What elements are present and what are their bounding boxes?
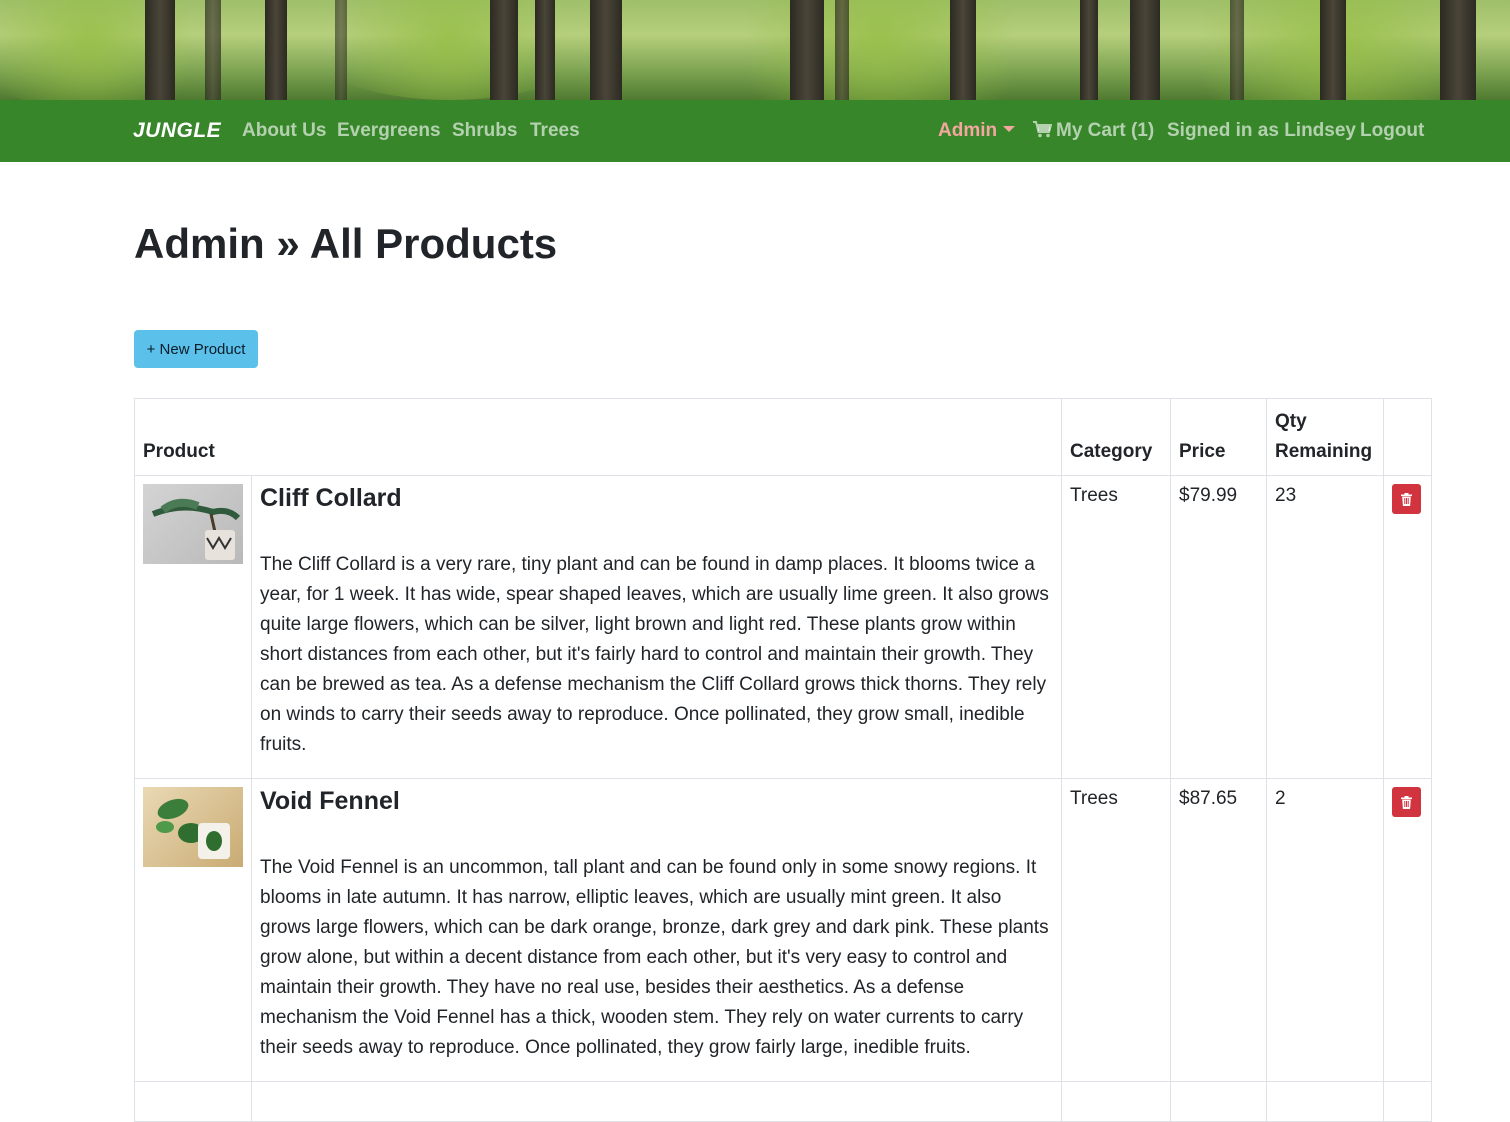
table-row: Cliff Collard The Cliff Collard is a ver… <box>134 475 1432 779</box>
delete-product-button[interactable] <box>1392 787 1421 817</box>
admin-label: Admin <box>938 120 998 141</box>
forest-banner <box>0 0 1510 100</box>
table-header-row: Product Category Price Qty Remaining <box>134 398 1432 476</box>
product-description: The Cliff Collard is a very rare, tiny p… <box>260 554 1049 755</box>
caret-down-icon <box>1003 126 1016 132</box>
product-price: $79.99 <box>1179 485 1238 506</box>
products-table: Product Category Price Qty Remaining Cli… <box>134 398 1432 1122</box>
product-qty: 2 <box>1275 788 1286 809</box>
page-title: Admin » All Products <box>134 220 558 267</box>
brand-logo[interactable]: JUNGLE <box>133 119 221 143</box>
table-row: Void Fennel The Void Fennel is an uncomm… <box>134 778 1432 1082</box>
main-navbar: JUNGLE About Us Evergreens Shrubs Trees … <box>0 100 1510 162</box>
product-image-cell <box>134 1081 252 1122</box>
nav-evergreens[interactable]: Evergreens <box>337 120 441 142</box>
header-category: Category <box>1061 398 1171 476</box>
nav-trees[interactable]: Trees <box>530 120 580 142</box>
header-product: Product <box>134 398 1062 476</box>
admin-dropdown[interactable]: Admin <box>938 120 1016 142</box>
product-category: Trees <box>1070 485 1118 506</box>
product-description: The Void Fennel is an uncommon, tall pla… <box>260 857 1049 1058</box>
signed-in-user[interactable]: Signed in as Lindsey <box>1167 120 1356 142</box>
nav-shrubs[interactable]: Shrubs <box>452 120 517 142</box>
product-category: Trees <box>1070 788 1118 809</box>
product-name: Void Fennel <box>260 787 400 815</box>
trash-icon <box>1401 492 1412 506</box>
table-row <box>134 1081 1432 1122</box>
header-actions <box>1383 398 1432 476</box>
product-details-cell: Void Fennel The Void Fennel is an uncomm… <box>251 778 1062 1082</box>
delete-product-button[interactable] <box>1392 484 1421 514</box>
new-product-button[interactable]: + New Product <box>134 330 258 368</box>
cart-icon <box>1033 121 1052 138</box>
header-price: Price <box>1170 398 1267 476</box>
trash-icon <box>1401 795 1412 809</box>
product-price: $87.65 <box>1179 788 1238 809</box>
cart-label: My Cart (1) <box>1056 120 1155 141</box>
header-qty-remaining: Qty Remaining <box>1266 398 1384 476</box>
product-name: Cliff Collard <box>260 484 402 512</box>
nav-about-us[interactable]: About Us <box>242 120 326 142</box>
product-details-cell: Cliff Collard The Cliff Collard is a ver… <box>251 475 1062 779</box>
product-image-cell <box>134 475 252 779</box>
nav-my-cart[interactable]: My Cart (1) <box>1033 120 1154 142</box>
product-image-cell <box>134 778 252 1082</box>
product-qty: 23 <box>1275 485 1297 506</box>
product-image <box>143 787 243 867</box>
product-image <box>143 484 243 564</box>
logout-link[interactable]: Logout <box>1360 120 1424 142</box>
